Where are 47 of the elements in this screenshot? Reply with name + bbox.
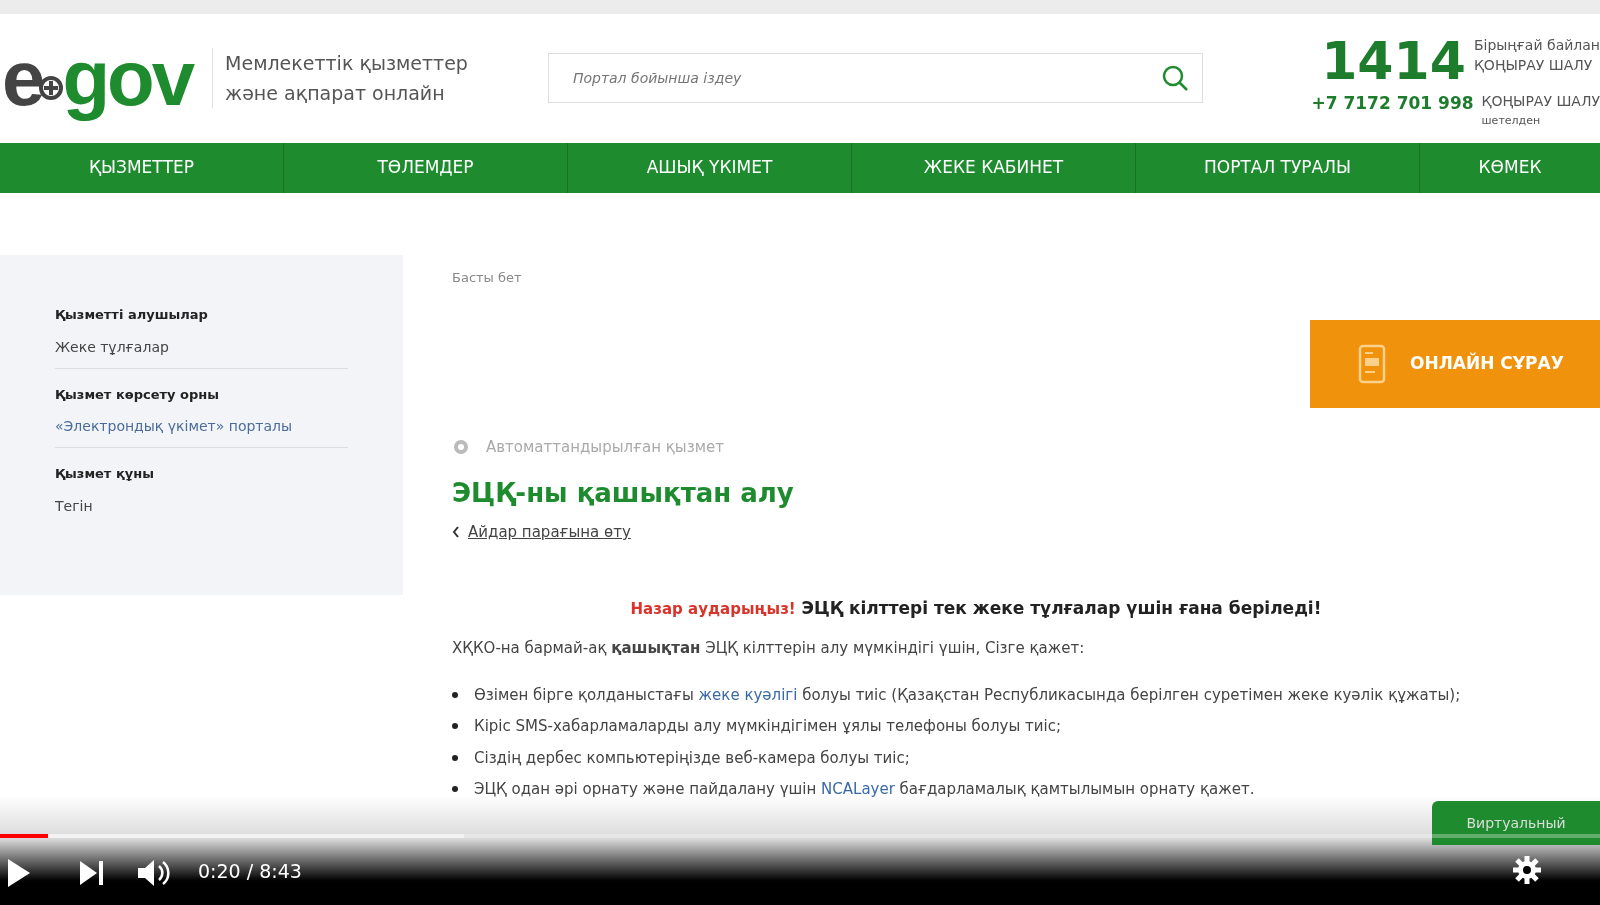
volume-icon[interactable] <box>138 859 170 887</box>
requirement-text: Сіздің дербес компьютеріңізде веб-камера болуы тиіс; <box>474 747 910 769</box>
search-field[interactable]: Портал бойынша іздеу <box>547 52 1203 103</box>
bullet-icon <box>452 723 458 729</box>
requirement-text: Өзімен бірге қолданыстағы жеке куәлігі болуы тиіс (Қазақстан Республикасында берілген суретімен жеке куәлік құжаты); <box>474 684 1461 706</box>
bullet-icon <box>452 691 458 698</box>
sidebar-value: Жеке тұлғалар <box>55 338 169 355</box>
nav-link[interactable]: ЖЕКЕ КАБИНЕТ <box>852 143 1136 193</box>
service-type-text: Автоматтандырылған қызмет <box>486 436 724 458</box>
nav-link[interactable]: КӨМЕК <box>1420 143 1600 193</box>
text-link[interactable]: NCALayer <box>821 780 895 798</box>
phone-number: 1414 <box>1321 34 1466 87</box>
virtual-assistant-button[interactable]: Виртуальный <box>1432 801 1600 845</box>
next-icon[interactable] <box>80 861 104 885</box>
page-title: ЭЦҚ-ны қашықтан алу <box>452 477 794 510</box>
back-link[interactable]: Айдар парағына өту <box>468 521 631 544</box>
video-time: 0:20 / 8:43 <box>198 858 302 884</box>
breadcrumb-link[interactable]: Басты бет <box>452 270 522 285</box>
sidebar-value: Тегін <box>55 497 93 514</box>
contact-label: ҚОҢЫРАУ ШАЛУ <box>1481 91 1600 111</box>
text-link[interactable]: жеке куәлігі <box>698 685 798 704</box>
contact-label: Бірыңғай байлан <box>1473 35 1600 55</box>
nav-link[interactable]: АШЫҚ ҮКІМЕТ <box>568 143 852 193</box>
sidebar-heading: Қызмет құны <box>55 465 155 483</box>
notice-text: Назар аударыңыз! ЭЦҚ кілттері тек жеке тұлғалар үшін ғана беріледі! <box>630 597 1322 618</box>
search-icon[interactable] <box>1160 63 1189 92</box>
sidebar-heading: Қызметті алушылар <box>55 306 209 324</box>
chevron-left-icon <box>452 526 460 539</box>
sidebar-link[interactable]: «Электрондық үкімет» порталы <box>55 418 293 434</box>
tagline-text: Мемлекеттік қызметтер <box>225 50 468 76</box>
nav-link[interactable]: ТӨЛЕМДЕР <box>284 143 568 193</box>
nav-link[interactable]: ҚЫЗМЕТТЕР <box>0 143 284 193</box>
bullet-icon <box>452 786 458 792</box>
contact-label: ҚОҢЫРАУ ШАЛУ <box>1473 55 1594 75</box>
sidebar-heading: Қызмет көрсету орны <box>55 385 220 404</box>
bullet-icon <box>452 754 458 761</box>
settings-icon[interactable] <box>1512 855 1542 885</box>
document-icon <box>1358 343 1386 384</box>
nav-link[interactable]: ПОРТАЛ ТУРАЛЫ <box>1136 143 1420 193</box>
tagline-text: және ақпарат онлайн <box>225 80 446 106</box>
contact-label: шетелден <box>1481 112 1542 129</box>
play-icon[interactable] <box>8 859 30 887</box>
online-request-button[interactable]: ОНЛАЙН СҰРАУ <box>1310 319 1600 408</box>
intro-text: ХҚКО-на бармай-ақ қашықтан ЭЦҚ кілттерін алу мүмкіндігі үшін, Сізге қажет: <box>452 639 1085 657</box>
requirement-text: Кіріс SMS-хабарламаларды алу мүмкіндігімен ұялы телефоны болуы тиіс; <box>474 716 1061 737</box>
phone-number: +7 7172 701 998 <box>1311 91 1474 115</box>
requirement-text: ЭЦҚ одан әрі орнату және пайдалану үшін NCALayer бағдарламалық қамтылымын орнату қажет. <box>474 779 1255 800</box>
